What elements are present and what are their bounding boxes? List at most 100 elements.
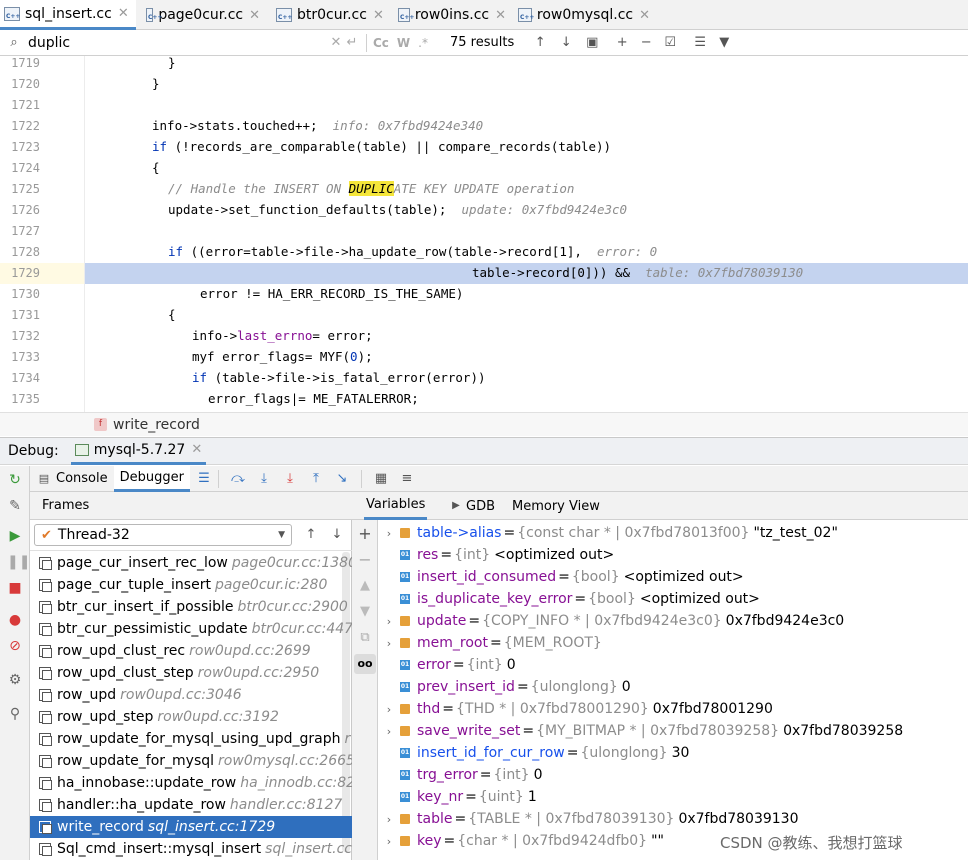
force-step-into-icon[interactable]: ⤓ <box>282 471 298 487</box>
thread-select[interactable]: ✔ Thread-32 ▼ <box>34 524 292 546</box>
variable-row[interactable]: › thd = {THD * | 0x7fbd78001290} 0x7fbd78001… <box>378 698 773 720</box>
add-occurrence-icon[interactable]: + <box>614 35 630 51</box>
close-icon[interactable]: ✕ <box>373 8 384 23</box>
stop-icon[interactable]: ■ <box>7 580 23 596</box>
frame-icon <box>39 799 52 812</box>
filter-icon[interactable]: ▼ <box>716 35 732 51</box>
copy-icon[interactable]: ⧉ <box>357 630 373 646</box>
tab-sql-insert[interactable]: C++ sql_insert.cc ✕ <box>0 0 136 30</box>
add-watch-icon[interactable]: + <box>357 526 373 542</box>
tab-debugger[interactable]: Debugger <box>113 465 190 492</box>
variable-row[interactable]: 01 is_duplicate_key_error = {bool} <optimize… <box>378 588 760 610</box>
variable-row[interactable]: › update = {COPY_INFO * | 0x7fbd9424e3c0} 0x… <box>378 610 844 632</box>
mute-breakpoints-icon[interactable]: ⊘ <box>7 638 23 654</box>
run-to-cursor-icon[interactable]: ↘ <box>334 471 350 487</box>
variable-row[interactable]: 01 error = {int} 0 <box>378 654 516 676</box>
debug-session-tab[interactable]: mysql-5.7.27 ✕ <box>70 437 207 465</box>
stack-frame[interactable]: ha_innobase::update_row ha_innodb.cc:824 <box>30 772 352 794</box>
close-icon[interactable]: ✕ <box>118 6 129 21</box>
step-out-icon[interactable]: ⤒ <box>308 471 324 487</box>
filter-settings-icon[interactable]: ☰ <box>692 35 708 51</box>
variable-row[interactable]: 01 insert_id_for_cur_row = {ulonglong} 30 <box>378 742 689 764</box>
frame-icon <box>39 623 52 636</box>
pause-icon[interactable]: ❚❚ <box>7 554 30 570</box>
frame-icon <box>39 557 52 570</box>
pin-icon[interactable]: ⚲ <box>7 706 23 722</box>
arrow-up-icon[interactable]: ↑ <box>532 35 548 51</box>
variable-row[interactable]: › save_write_set = {MY_BITMAP * | 0x7fbd780… <box>378 720 903 742</box>
variable-row[interactable]: › key = {char * | 0x7fbd9424dfb0} "" <box>378 830 664 852</box>
stack-frame[interactable]: btr_cur_pessimistic_update btr0cur.cc:447… <box>30 618 352 640</box>
arrow-down-icon[interactable]: ↓ <box>558 35 574 51</box>
glasses-icon[interactable]: oo <box>354 654 376 674</box>
variable-row[interactable]: › table = {TABLE * | 0x7fbd78039130} 0x7fbd7… <box>378 808 799 830</box>
tab-btr0cur[interactable]: C++ btr0cur.cc ✕ <box>272 0 390 30</box>
line-number: 1727 <box>11 224 40 238</box>
evaluate-expression-icon[interactable]: ▦ <box>373 471 389 487</box>
tab-label: row0mysql.cc <box>536 7 634 23</box>
stack-frame[interactable]: row_update_for_mysql_using_upd_graph r <box>30 728 352 750</box>
tab-memory-view[interactable]: Memory View <box>512 492 600 520</box>
step-into-icon[interactable]: ⤓ <box>256 471 272 487</box>
code-editor[interactable]: 1719 1720 1721 1722 1723 1724 1725 1726 … <box>0 56 968 412</box>
breadcrumb-function[interactable]: write_record <box>113 417 200 433</box>
line-number: 1730 <box>11 287 40 301</box>
code-line: } <box>168 56 176 70</box>
search-input[interactable]: duplic <box>28 35 328 51</box>
arrow-down-icon[interactable]: ↓ <box>329 527 345 543</box>
close-icon[interactable]: ✕ <box>639 8 650 23</box>
stack-frame[interactable]: row_update_for_mysql row0mysql.cc:2665 <box>30 750 352 772</box>
close-icon[interactable]: ✕ <box>495 8 506 23</box>
settings-icon[interactable]: ⚙ <box>7 672 23 688</box>
layout-settings-icon[interactable]: ≡ <box>399 471 415 487</box>
stack-frame[interactable]: row_upd_clust_rec row0upd.cc:2699 <box>30 640 352 662</box>
close-icon[interactable]: ✕ <box>191 442 202 457</box>
regex-toggle[interactable]: .* <box>418 36 428 50</box>
inline-hint: table: 0x7fbd78039130 <box>645 265 804 280</box>
variable-row[interactable]: 01 trg_error = {int} 0 <box>378 764 543 786</box>
tab-console[interactable]: ▤ Console <box>30 466 114 492</box>
gdb-icon: ▶ <box>452 500 460 511</box>
variable-row[interactable]: › mem_root = {MEM_ROOT} <box>378 632 606 654</box>
clear-icon[interactable]: ✕ <box>328 35 344 51</box>
open-in-window-icon[interactable]: ▣ <box>584 35 600 51</box>
tab-row0mysql[interactable]: C++ row0mysql.cc ✕ <box>514 0 654 30</box>
remove-watch-icon[interactable]: − <box>357 552 373 568</box>
step-over-icon[interactable]: ⤼ <box>230 471 246 487</box>
code-line: { <box>168 307 176 322</box>
field-icon <box>400 726 410 736</box>
tab-gdb[interactable]: ▶ GDB <box>448 492 495 520</box>
match-case-toggle[interactable]: Cc <box>373 36 389 50</box>
variable-row[interactable]: 01 insert_id_consumed = {bool} <optimized ou… <box>378 566 744 588</box>
stack-frame[interactable]: row_upd_clust_step row0upd.cc:2950 <box>30 662 352 684</box>
stack-frame[interactable]: btr_cur_insert_if_possible btr0cur.cc:290… <box>30 596 352 618</box>
move-down-icon[interactable]: ▼ <box>357 604 373 620</box>
close-icon[interactable]: ✕ <box>249 8 260 23</box>
show-execution-point-icon[interactable]: ☰ <box>196 471 212 487</box>
resume-icon[interactable]: ▶ <box>7 528 23 544</box>
arrow-up-icon[interactable]: ↑ <box>303 527 319 543</box>
variable-row[interactable]: 01 prev_insert_id = {ulonglong} 0 <box>378 676 631 698</box>
stack-frame[interactable]: row_upd row0upd.cc:3046 <box>30 684 352 706</box>
tab-variables[interactable]: Variables <box>364 492 428 520</box>
variable-row[interactable]: 01 key_nr = {uint} 1 <box>378 786 537 808</box>
remove-occurrence-icon[interactable]: − <box>638 35 654 51</box>
variable-row[interactable]: 01 res = {int} <optimized out> <box>378 544 614 566</box>
wrench-icon[interactable]: ✎ <box>7 498 23 514</box>
select-all-occurrences-icon[interactable]: ☑ <box>662 35 678 51</box>
stack-frame[interactable]: row_upd_step row0upd.cc:3192 <box>30 706 352 728</box>
variable-row[interactable]: › table->alias = {const char * | 0x7fbd7801… <box>378 522 838 544</box>
stack-frame[interactable]: handler::ha_update_row handler.cc:8127 <box>30 794 352 816</box>
stack-frame[interactable]: page_cur_insert_rec_low page0cur.cc:1380 <box>30 552 352 574</box>
whole-word-toggle[interactable]: W <box>397 36 410 50</box>
stack-frame[interactable]: page_cur_tuple_insert page0cur.ic:280 <box>30 574 352 596</box>
stack-frame[interactable]: Sql_cmd_insert::mysql_insert sql_insert.c… <box>30 838 352 860</box>
cpp-file-icon: C++ <box>146 8 162 22</box>
tab-row0ins[interactable]: C++ row0ins.cc ✕ <box>394 0 510 30</box>
stack-frame-selected[interactable]: write_record sql_insert.cc:1729 <box>30 816 352 838</box>
rerun-icon[interactable]: ↻ <box>7 472 23 488</box>
new-line-icon[interactable]: ↵ <box>344 35 360 51</box>
tab-page0cur[interactable]: C++ page0cur.cc ✕ <box>142 0 264 30</box>
move-up-icon[interactable]: ▲ <box>357 578 373 594</box>
view-breakpoints-icon[interactable]: ● <box>7 612 23 628</box>
